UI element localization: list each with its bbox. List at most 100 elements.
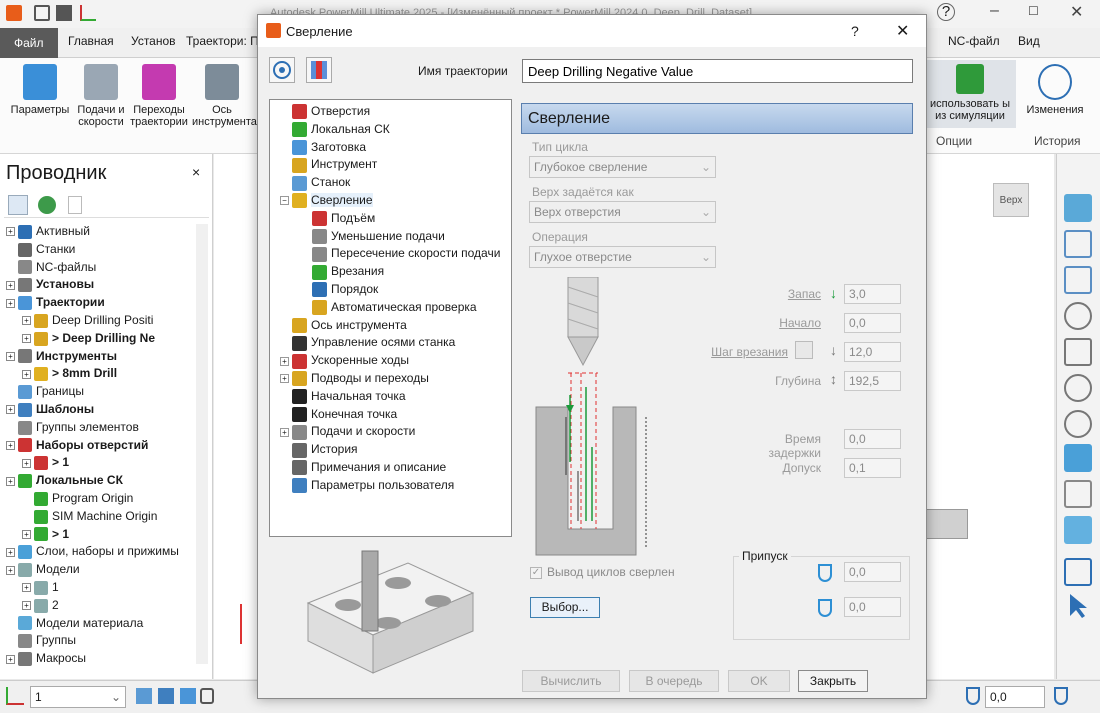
nav-item[interactable]: + Подводы и переходы: [280, 369, 429, 387]
nav-item[interactable]: Пересечение скорости подачи: [312, 244, 500, 262]
close-button[interactable]: Закрыть: [798, 670, 868, 692]
expand-icon[interactable]: +: [280, 427, 289, 437]
shag-label[interactable]: Шаг врезания: [698, 345, 788, 359]
nav-item[interactable]: Уменьшение подачи: [312, 227, 445, 245]
explorer-tree-item[interactable]: SIM Machine Origin: [22, 507, 157, 525]
snap-icon[interactable]: [136, 688, 152, 704]
tool-icon[interactable]: [180, 688, 196, 704]
explorer-tree-item[interactable]: + Deep Drilling Positi: [22, 311, 153, 329]
nav-item[interactable]: История: [292, 440, 358, 458]
explorer-tree-item[interactable]: Модели материала: [6, 614, 143, 632]
thickness-field[interactable]: 0,0: [985, 686, 1045, 708]
close-icon[interactable]: ✕: [896, 21, 909, 41]
expand-icon[interactable]: +: [6, 440, 15, 450]
top-defined-select[interactable]: Верх отверстия ⌄: [529, 201, 716, 223]
toolpath-transitions-button[interactable]: Переходы траектории: [128, 64, 190, 128]
expand-icon[interactable]: +: [22, 334, 31, 344]
view-iso-icon[interactable]: [1064, 194, 1092, 222]
explorer-tree-item[interactable]: + > 8mm Drill: [22, 364, 117, 382]
page-icon[interactable]: [1064, 338, 1092, 366]
expand-icon[interactable]: +: [22, 601, 31, 611]
explorer-tree-item[interactable]: Program Origin: [22, 489, 133, 507]
explorer-tree-item[interactable]: + > 1: [22, 525, 69, 543]
expand-icon[interactable]: +: [6, 476, 15, 486]
cursor-icon[interactable]: [1064, 592, 1092, 620]
nav-item[interactable]: Ось инструмента: [292, 316, 407, 334]
shag-field[interactable]: 12,0: [844, 342, 901, 362]
explorer-tree-item[interactable]: Станки: [6, 240, 75, 258]
cycle-type-select[interactable]: Глубокое сверление ⌄: [529, 156, 716, 178]
nav-item[interactable]: Параметры пользователя: [292, 476, 454, 494]
nav-item[interactable]: − Сверление: [280, 191, 373, 209]
explorer-tree-item[interactable]: Группы: [6, 631, 76, 649]
holes-select-button[interactable]: [306, 57, 332, 83]
view-cube-icon[interactable]: [1064, 266, 1092, 294]
expand-icon[interactable]: +: [6, 351, 15, 361]
explorer-tree-item[interactable]: + Инструменты: [6, 347, 117, 365]
explorer-tree-item[interactable]: + Установы: [6, 275, 94, 293]
tab-file[interactable]: Файл: [0, 28, 58, 58]
expand-icon[interactable]: +: [6, 565, 15, 575]
zapas-field[interactable]: 3,0: [844, 284, 901, 304]
expand-icon[interactable]: +: [22, 316, 31, 326]
nav-item[interactable]: Управление осями станка: [292, 333, 455, 351]
expand-icon[interactable]: +: [6, 547, 15, 557]
tool-axis-button[interactable]: Ось инструмента: [192, 64, 257, 128]
tab-view[interactable]: Вид: [1018, 34, 1040, 48]
lock-icon[interactable]: [200, 688, 214, 704]
open-folder-icon[interactable]: [34, 5, 50, 21]
select-icon[interactable]: [1064, 558, 1092, 586]
wireframe-icon[interactable]: [1064, 480, 1092, 508]
changes-button[interactable]: Изменения: [1022, 64, 1088, 116]
expand-icon[interactable]: −: [280, 196, 289, 206]
expand-icon[interactable]: +: [22, 458, 31, 468]
expand-icon[interactable]: +: [6, 280, 15, 290]
explorer-tree-item[interactable]: +1: [22, 578, 59, 596]
maximize-icon[interactable]: ☐: [1028, 4, 1039, 18]
nachalo-field[interactable]: 0,0: [844, 313, 901, 333]
zoom-icon[interactable]: [1064, 302, 1092, 330]
zoom-fit-icon[interactable]: [1064, 374, 1092, 402]
tab-toolpaths[interactable]: Траектори: П: [186, 34, 259, 48]
explorer-tree-item[interactable]: + Локальные СК: [6, 471, 123, 489]
expand-icon[interactable]: +: [280, 356, 289, 366]
explorer-tree-item[interactable]: +2: [22, 596, 59, 614]
expand-icon[interactable]: +: [22, 529, 31, 539]
calculate-button[interactable]: Вычислить: [522, 670, 620, 692]
nav-item[interactable]: Инструмент: [292, 155, 377, 173]
explorer-tree-item[interactable]: + > Deep Drilling Ne: [22, 329, 155, 347]
tab-setups[interactable]: Установ: [131, 34, 176, 48]
minimize-icon[interactable]: –: [990, 2, 999, 20]
toolpath-name-input[interactable]: [522, 59, 913, 83]
explorer-tree-item[interactable]: Границы: [6, 382, 84, 400]
explorer-scrollbar[interactable]: [196, 224, 208, 664]
view-cube-top[interactable]: Верх: [993, 183, 1029, 217]
expand-icon[interactable]: +: [6, 405, 15, 415]
nav-item[interactable]: Автоматическая проверка: [312, 298, 477, 316]
explorer-tree-item[interactable]: + Макросы: [6, 649, 86, 667]
ok-button[interactable]: OK: [728, 670, 790, 692]
explorer-tree-item[interactable]: + Активный: [6, 222, 90, 240]
nav-item[interactable]: Подъём: [312, 209, 375, 227]
pattern-select-button[interactable]: [269, 57, 295, 83]
expand-icon[interactable]: +: [6, 654, 15, 664]
operation-select[interactable]: Глухое отверстие ⌄: [529, 246, 716, 268]
explorer-tree-item[interactable]: + Шаблоны: [6, 400, 94, 418]
nav-item[interactable]: Конечная точка: [292, 405, 397, 423]
tree-view-icon[interactable]: [8, 195, 28, 215]
nav-item[interactable]: Порядок: [312, 280, 378, 298]
globe-icon[interactable]: [38, 196, 56, 214]
nav-item[interactable]: Начальная точка: [292, 387, 406, 405]
workplane-icon[interactable]: [80, 5, 96, 21]
save-icon[interactable]: [56, 5, 72, 21]
zapas-label[interactable]: Запас: [731, 287, 821, 301]
explorer-tree-item[interactable]: + > 1: [22, 453, 69, 471]
explorer-tree-item[interactable]: + Слои, наборы и прижимы: [6, 542, 179, 560]
expand-icon[interactable]: +: [280, 374, 289, 384]
explorer-tree-item[interactable]: + Наборы отверстий: [6, 436, 148, 454]
help-button[interactable]: ?: [851, 23, 859, 39]
explorer-tree-item[interactable]: + Траектории: [6, 293, 105, 311]
dopusk-field[interactable]: 0,1: [844, 458, 901, 478]
delay-field[interactable]: 0,0: [844, 429, 901, 449]
explorer-tree-item[interactable]: + Модели: [6, 560, 80, 578]
